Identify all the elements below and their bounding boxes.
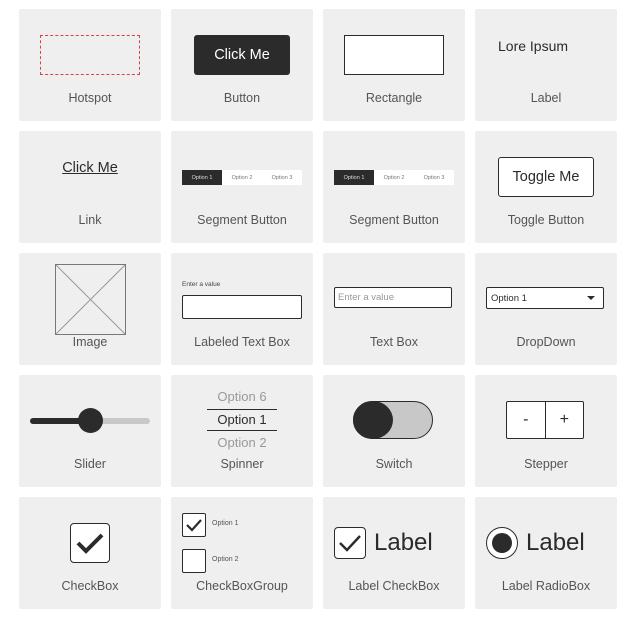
card-caption: Switch: [375, 457, 413, 471]
segment-option-1[interactable]: Option 1: [334, 170, 374, 185]
card-hotspot: Hotspot: [19, 9, 161, 121]
card-button: Click Me Button: [171, 9, 313, 121]
segment-option-2[interactable]: Option 2: [374, 170, 414, 185]
dropdown-selected-value: Option 1: [491, 292, 527, 304]
text-box-label: Enter a value: [182, 281, 221, 288]
card-label: Lore Ipsum Label: [475, 9, 617, 121]
rectangle-shape: [344, 35, 444, 75]
card-segment-button-1: Option 1 Option 2 Option 3 Segment Butto…: [171, 131, 313, 243]
card-spinner: Option 6 Option 1 Option 2 Spinner: [171, 375, 313, 487]
card-stepper: - + Stepper: [475, 375, 617, 487]
card-segment-button-2: Option 1 Option 2 Option 3 Segment Butto…: [323, 131, 465, 243]
card-label-radiobox: Label Label RadioBox: [475, 497, 617, 609]
checkbox-option-1[interactable]: [182, 513, 206, 537]
segment-option-1[interactable]: Option 1: [182, 170, 222, 185]
decrement-button[interactable]: -: [507, 402, 545, 438]
stepper-control: - +: [506, 401, 584, 439]
label-text: Lore Ipsum: [498, 38, 569, 54]
card-caption: Label: [530, 91, 562, 105]
card-caption: Rectangle: [365, 91, 423, 105]
switch-knob[interactable]: [353, 401, 393, 439]
card-caption: Segment Button: [349, 213, 439, 227]
card-caption: Segment Button: [197, 213, 287, 227]
toggle-me-button[interactable]: Toggle Me: [498, 157, 594, 197]
card-caption: Link: [78, 213, 102, 227]
card-link: Click Me Link: [19, 131, 161, 243]
checkbox-option-label: Option 2: [212, 556, 239, 563]
card-dropdown: Option 1 DropDown: [475, 253, 617, 365]
card-caption: Labeled Text Box: [194, 335, 290, 349]
spinner-selected-option[interactable]: Option 1: [171, 412, 313, 427]
segment-option-2[interactable]: Option 2: [222, 170, 262, 185]
dropdown-select[interactable]: Option 1: [486, 287, 604, 309]
card-labeled-text-box: Enter a value Labeled Text Box: [171, 253, 313, 365]
spinner-divider: [207, 409, 277, 410]
card-caption: Spinner: [220, 457, 264, 471]
radio-label[interactable]: Label: [526, 529, 585, 557]
card-caption: CheckBoxGroup: [196, 579, 288, 593]
card-caption: Button: [223, 91, 261, 105]
increment-button[interactable]: +: [544, 402, 584, 438]
card-caption: Slider: [74, 457, 106, 471]
card-text-box: Enter a value Text Box: [323, 253, 465, 365]
card-caption: Label RadioBox: [501, 579, 591, 593]
labeled-text-input[interactable]: [182, 295, 302, 319]
radio-selected-dot-icon: [492, 533, 512, 553]
segment-option-3[interactable]: Option 3: [262, 170, 302, 185]
card-caption: Text Box: [370, 335, 418, 349]
click-me-link[interactable]: Click Me: [19, 160, 161, 176]
card-slider: Slider: [19, 375, 161, 487]
click-me-button[interactable]: Click Me: [194, 35, 290, 75]
slider-handle[interactable]: [77, 408, 103, 433]
spinner-next-option[interactable]: Option 2: [171, 435, 313, 450]
card-switch: Switch: [323, 375, 465, 487]
card-caption: DropDown: [516, 335, 576, 349]
card-toggle-button: Toggle Me Toggle Button: [475, 131, 617, 243]
card-caption: Image: [72, 335, 108, 349]
card-caption: CheckBox: [61, 579, 119, 593]
label-checkbox[interactable]: [334, 527, 366, 559]
spinner-previous-option[interactable]: Option 6: [171, 389, 313, 404]
image-placeholder-icon: [55, 264, 126, 335]
card-caption: Stepper: [524, 457, 568, 471]
checkmark-icon: [76, 533, 104, 554]
card-rectangle: Rectangle: [323, 9, 465, 121]
checkmark-icon: [339, 535, 361, 552]
checkbox-label[interactable]: Label: [374, 529, 433, 557]
segment-control: Option 1 Option 2 Option 3: [334, 170, 454, 185]
checkbox-option-label: Option 1: [212, 520, 239, 527]
caret-down-icon: [587, 296, 595, 300]
card-caption: Label CheckBox: [348, 579, 440, 593]
segment-option-3[interactable]: Option 3: [414, 170, 454, 185]
card-label-checkbox: Label Label CheckBox: [323, 497, 465, 609]
checkbox-option-2[interactable]: [182, 549, 206, 573]
card-checkbox-group: Option 1 Option 2 CheckBoxGroup: [171, 497, 313, 609]
checkmark-icon: [186, 519, 202, 532]
segment-control: Option 1 Option 2 Option 3: [182, 170, 302, 185]
radio-button[interactable]: [486, 527, 518, 559]
text-input[interactable]: Enter a value: [334, 287, 452, 308]
spinner-divider: [207, 430, 277, 431]
card-checkbox: CheckBox: [19, 497, 161, 609]
card-image: Image: [19, 253, 161, 365]
hotspot-area[interactable]: [40, 35, 140, 75]
checkbox[interactable]: [70, 523, 110, 563]
card-caption: Hotspot: [68, 91, 112, 105]
card-caption: Toggle Button: [507, 213, 585, 227]
